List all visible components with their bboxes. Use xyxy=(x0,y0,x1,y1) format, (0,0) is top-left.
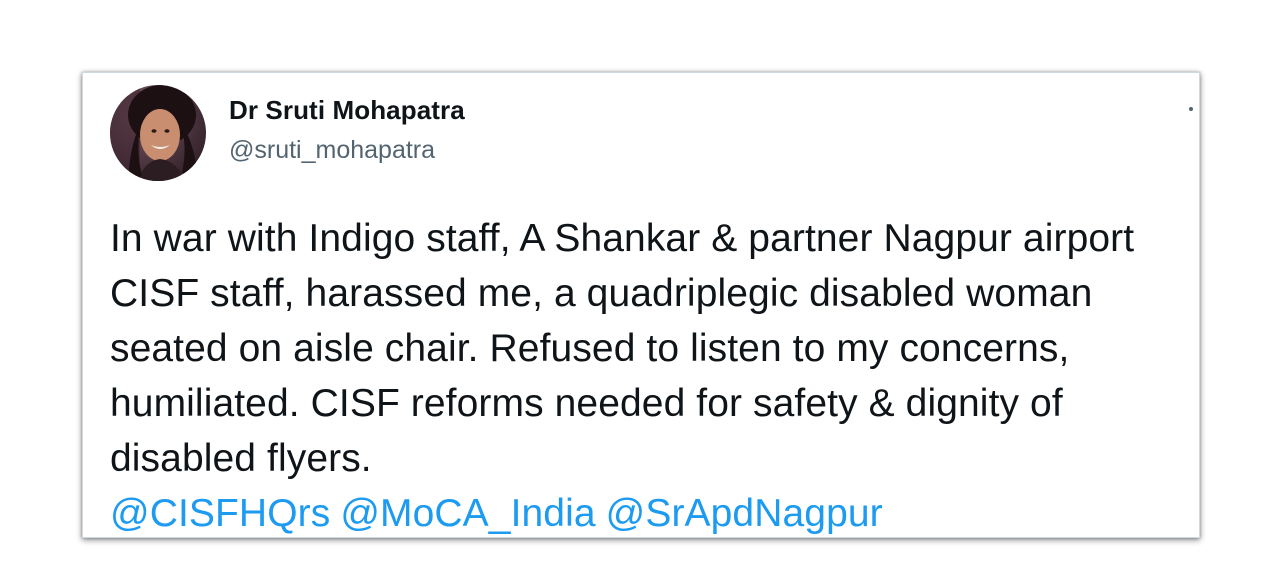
avatar[interactable] xyxy=(110,85,206,181)
tweet-body: In war with Indigo staff, A Shankar & pa… xyxy=(110,211,1180,541)
screenshot-canvas: Dr Sruti Mohapatra @sruti_mohapatra In w… xyxy=(0,0,1280,568)
tweet-mentions: @CISFHQrs @MoCA_India @SrApdNagpur xyxy=(110,486,1180,541)
tweet-text: In war with Indigo staff, A Shankar & pa… xyxy=(110,217,1135,480)
mention-link-moca-india[interactable]: @MoCA_India xyxy=(340,492,595,535)
more-dots-icon[interactable] xyxy=(1187,99,1195,119)
author-info: Dr Sruti Mohapatra @sruti_mohapatra xyxy=(229,95,465,165)
menu-dot xyxy=(1189,107,1193,111)
author-handle[interactable]: @sruti_mohapatra xyxy=(229,135,465,165)
author-display-name[interactable]: Dr Sruti Mohapatra xyxy=(229,95,465,125)
profile-photo xyxy=(110,85,206,181)
mention-link-srapdnagpur[interactable]: @SrApdNagpur xyxy=(606,492,883,535)
tweet-card: Dr Sruti Mohapatra @sruti_mohapatra In w… xyxy=(82,72,1200,538)
mention-link-cisfhqrs[interactable]: @CISFHQrs xyxy=(110,492,330,535)
